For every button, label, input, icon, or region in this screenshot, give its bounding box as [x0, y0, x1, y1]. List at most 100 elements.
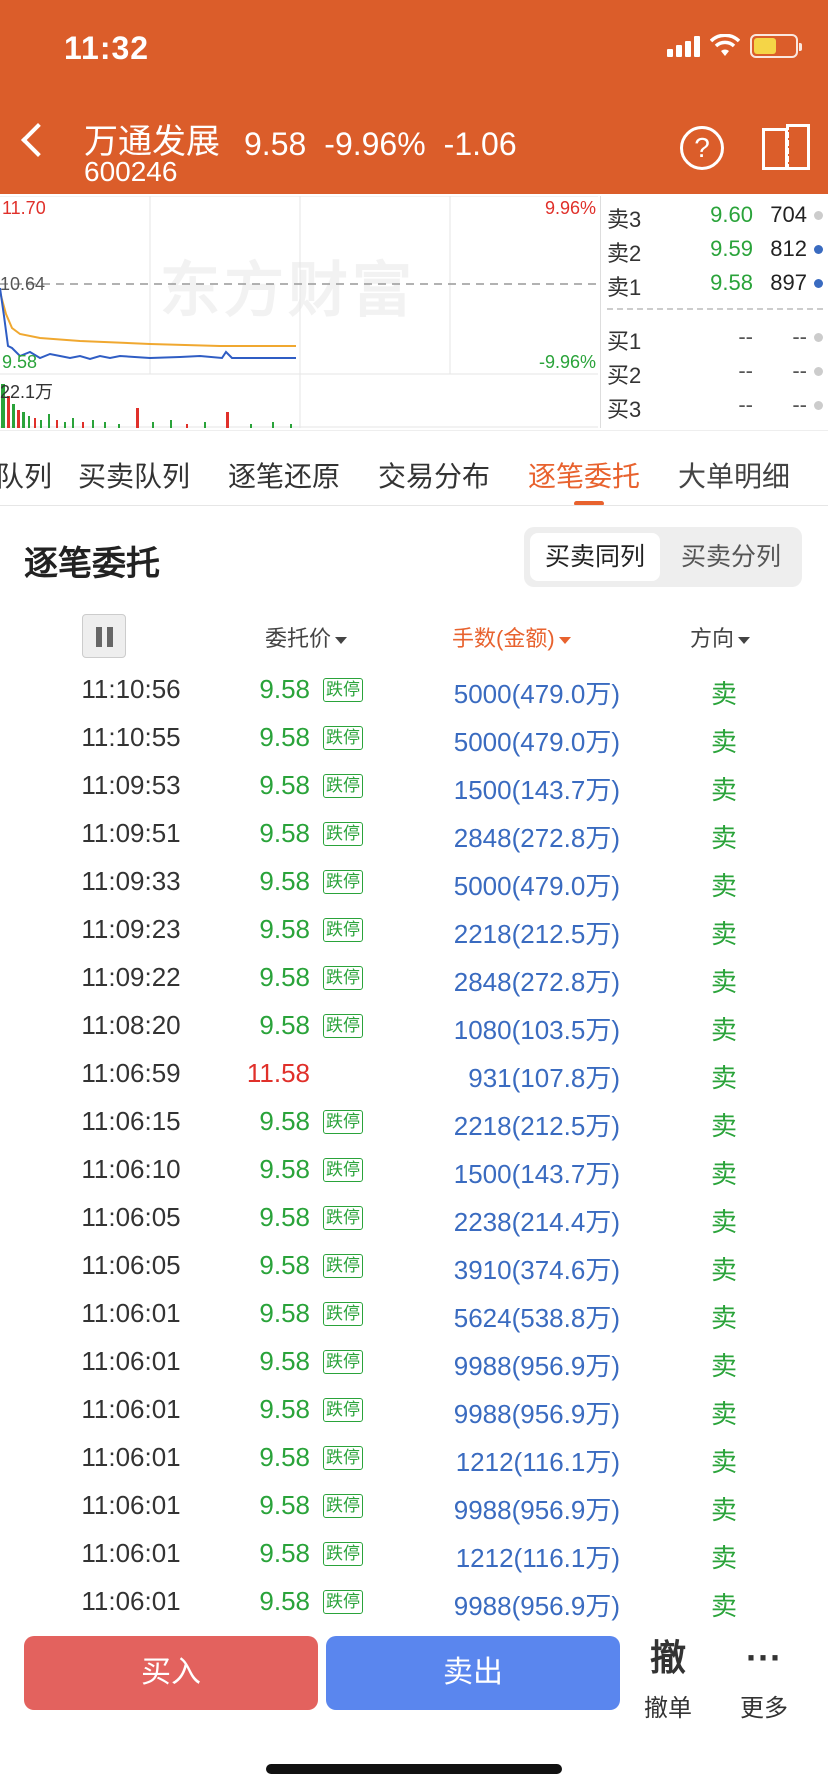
- table-row[interactable]: 11:06:05 9.58 跌停 3910(374.6万) 卖: [0, 1242, 828, 1290]
- order-price: 9.58: [259, 1346, 310, 1376]
- bid-level-2: 买2 -- --: [601, 356, 828, 388]
- order-time: 11:06:01: [81, 1346, 181, 1376]
- more-button[interactable]: ··· 更多: [724, 1636, 804, 1723]
- cancel-icon: 撤: [649, 1637, 686, 1678]
- order-volume: 1500(143.7万): [453, 1159, 620, 1189]
- table-row[interactable]: 11:09:51 9.58 跌停 2848(272.8万) 卖: [0, 810, 828, 858]
- tab-tick-orders[interactable]: 逐笔委托: [528, 455, 640, 495]
- table-row[interactable]: 11:06:01 9.58 跌停 5624(538.8万) 卖: [0, 1290, 828, 1338]
- tab-queue[interactable]: 队列: [0, 455, 52, 495]
- limit-down-badge: 跌停: [323, 966, 363, 990]
- order-time: 11:09:23: [81, 914, 181, 944]
- caret-down-icon: [335, 636, 348, 644]
- limit-down-badge: 跌停: [323, 1494, 363, 1518]
- order-direction: 卖: [710, 1015, 737, 1045]
- quote-summary: 9.58 -9.96% -1.06: [244, 126, 517, 163]
- order-volume: 3910(374.6万): [453, 1255, 620, 1285]
- help-circle-icon[interactable]: ?: [680, 126, 724, 170]
- ask-level-2: 卖2 9.59 812: [601, 234, 828, 266]
- table-row[interactable]: 11:06:01 9.58 跌停 9988(956.9万) 卖: [0, 1386, 828, 1434]
- active-tab-indicator: [574, 501, 604, 505]
- back-arrow-icon[interactable]: [21, 123, 55, 157]
- table-row[interactable]: 11:09:53 9.58 跌停 1500(143.7万) 卖: [0, 762, 828, 810]
- limit-down-badge: 跌停: [323, 1254, 363, 1278]
- split-screen-icon[interactable]: [762, 124, 810, 172]
- order-volume: 9988(956.9万): [453, 1495, 620, 1525]
- table-row[interactable]: 11:06:59 11.58 931(107.8万) 卖: [0, 1050, 828, 1098]
- order-volume: 9988(956.9万): [453, 1351, 620, 1381]
- tab-trade-distribution[interactable]: 交易分布: [378, 455, 490, 495]
- col-price-header[interactable]: 委托价: [265, 621, 348, 653]
- cancel-order-button[interactable]: 撤 撤单: [628, 1636, 708, 1723]
- order-price: 9.58: [259, 1442, 310, 1472]
- buy-button[interactable]: 买入: [24, 1636, 318, 1710]
- sell-button[interactable]: 卖出: [326, 1636, 620, 1710]
- order-direction: 卖: [710, 1255, 737, 1285]
- tab-tick-replay[interactable]: 逐笔还原: [228, 455, 340, 495]
- tab-large-orders[interactable]: 大单明细: [678, 455, 790, 495]
- chart-volume-label: 22.1万: [0, 382, 54, 402]
- col-direction-header[interactable]: 方向: [690, 621, 751, 653]
- order-volume: 1080(103.5万): [453, 1015, 620, 1045]
- order-volume: 931(107.8万): [468, 1063, 620, 1093]
- order-direction: 卖: [710, 1111, 737, 1141]
- table-row[interactable]: 11:06:01 9.58 跌停 1212(116.1万) 卖: [0, 1530, 828, 1578]
- order-volume: 1212(116.1万): [455, 1447, 620, 1477]
- order-time: 11:06:05: [81, 1202, 181, 1232]
- order-time: 11:06:01: [81, 1586, 181, 1616]
- table-row[interactable]: 11:06:01 9.58 跌停 9988(956.9万) 卖: [0, 1338, 828, 1386]
- bid-level-1: 买1 -- --: [601, 322, 828, 354]
- average-price-line: [0, 291, 296, 347]
- order-direction: 卖: [710, 775, 737, 805]
- table-row[interactable]: 11:06:05 9.58 跌停 2238(214.4万) 卖: [0, 1194, 828, 1242]
- intraday-chart[interactable]: 东方财富 11.70 9.96% 10.64 9.58 -9.96% 22.1万: [0, 196, 598, 428]
- depth-divider: [607, 308, 823, 310]
- table-row[interactable]: 11:09:23 9.58 跌停 2218(212.5万) 卖: [0, 906, 828, 954]
- table-row[interactable]: 11:06:01 9.58 跌停 9988(956.9万) 卖: [0, 1578, 828, 1626]
- chart-prev-close: 10.64: [0, 274, 46, 294]
- change-percent: -9.96%: [324, 126, 426, 162]
- order-price: 9.58: [259, 818, 310, 848]
- tab-buy-sell-queue[interactable]: 买卖队列: [78, 455, 190, 495]
- home-indicator[interactable]: [266, 1764, 562, 1774]
- order-time: 11:08:20: [81, 1010, 181, 1040]
- caret-down-icon: [558, 636, 571, 644]
- table-row[interactable]: 11:06:10 9.58 跌停 1500(143.7万) 卖: [0, 1146, 828, 1194]
- order-direction: 卖: [710, 871, 737, 901]
- table-row[interactable]: 11:10:56 9.58 跌停 5000(479.0万) 卖: [0, 666, 828, 714]
- toggle-same-column[interactable]: 买卖同列: [530, 533, 660, 581]
- table-row[interactable]: 11:09:22 9.58 跌停 2848(272.8万) 卖: [0, 954, 828, 1002]
- order-time: 11:09:51: [81, 818, 181, 848]
- order-direction: 卖: [710, 679, 737, 709]
- order-time: 11:06:01: [81, 1394, 181, 1424]
- table-row[interactable]: 11:06:01 9.58 跌停 1212(116.1万) 卖: [0, 1434, 828, 1482]
- current-price: 9.58: [244, 126, 307, 162]
- order-time: 11:09:22: [81, 962, 181, 992]
- table-row[interactable]: 11:06:01 9.58 跌停 9988(956.9万) 卖: [0, 1482, 828, 1530]
- limit-down-badge: 跌停: [323, 1590, 363, 1614]
- order-direction: 卖: [710, 1447, 737, 1477]
- limit-down-badge: 跌停: [323, 1206, 363, 1230]
- col-volume-header[interactable]: 手数(金额): [452, 621, 571, 653]
- table-row[interactable]: 11:09:33 9.58 跌停 5000(479.0万) 卖: [0, 858, 828, 906]
- detail-tabs: 队列 买卖队列 逐笔还原 交易分布 逐笔委托 大单明细: [0, 430, 828, 506]
- order-direction: 卖: [710, 1207, 737, 1237]
- order-volume: 5624(538.8万): [453, 1303, 620, 1333]
- table-row[interactable]: 11:06:15 9.58 跌停 2218(212.5万) 卖: [0, 1098, 828, 1146]
- order-price: 9.58: [259, 1154, 310, 1184]
- table-row[interactable]: 11:08:20 9.58 跌停 1080(103.5万) 卖: [0, 1002, 828, 1050]
- toggle-split-column[interactable]: 买卖分列: [666, 533, 796, 581]
- pause-icon[interactable]: [82, 614, 126, 658]
- table-row[interactable]: 11:10:55 9.58 跌停 5000(479.0万) 卖: [0, 714, 828, 762]
- caret-down-icon: [738, 636, 751, 644]
- order-volume: 2218(212.5万): [453, 1111, 620, 1141]
- dot-icon: [814, 333, 823, 342]
- order-time: 11:09:53: [81, 770, 181, 800]
- price-line: [0, 287, 296, 361]
- order-direction: 卖: [710, 1063, 737, 1093]
- order-book[interactable]: 卖3 9.60 704 卖2 9.59 812 卖1 9.58 897 买1 -…: [600, 196, 828, 428]
- dot-icon: [814, 279, 823, 288]
- bid-level-3: 买3 -- --: [601, 390, 828, 422]
- order-volume: 1212(116.1万): [455, 1543, 620, 1573]
- order-time: 11:06:01: [81, 1442, 181, 1472]
